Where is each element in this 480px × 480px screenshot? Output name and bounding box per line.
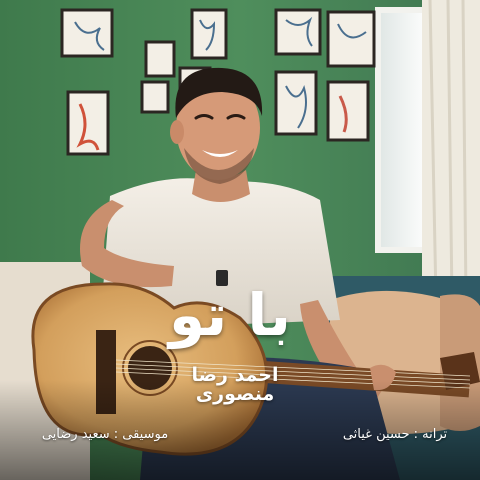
album-cover: با تو احمد رضا منصوری موسیقی : سعید رضای… xyxy=(0,0,480,480)
cover-photo xyxy=(0,0,480,480)
artist-name: احمد رضا منصوری xyxy=(191,364,279,405)
lyrics-credit: ترانه : حسین غیاثی xyxy=(342,427,448,442)
song-title: با تو xyxy=(169,281,291,349)
music-credit: موسیقی : سعید رضایی xyxy=(41,427,169,442)
